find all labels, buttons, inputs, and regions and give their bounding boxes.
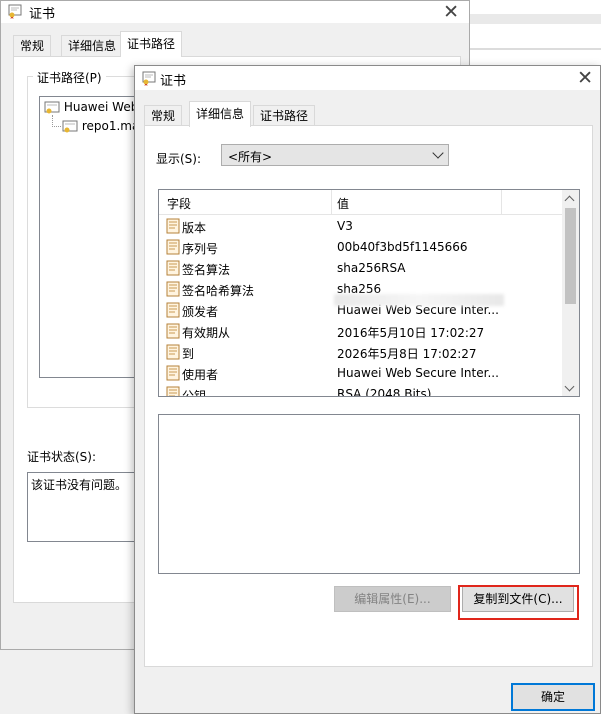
back-tab-general[interactable]: 常规 [13, 35, 52, 56]
column-separator[interactable] [501, 190, 502, 214]
field-document-icon [166, 386, 180, 396]
highlight-box [458, 585, 579, 620]
field-detail-box[interactable] [158, 414, 580, 574]
field-document-icon [166, 302, 180, 318]
field-value: 2026年5月8日 17:02:27 [337, 347, 477, 361]
tree-connector [52, 126, 61, 128]
back-status-box: 该证书没有问题。 [27, 472, 137, 542]
field-document-icon [166, 365, 180, 381]
column-header-field[interactable]: 字段 [167, 195, 191, 212]
field-value: V3 [337, 219, 353, 233]
field-name: 公钥 [182, 389, 207, 397]
background-divider [470, 48, 601, 50]
front-window-title: 证书 [160, 74, 187, 89]
column-separator[interactable] [331, 190, 332, 214]
scroll-thumb[interactable] [565, 208, 576, 304]
field-document-icon [166, 239, 180, 255]
field-document-icon [166, 323, 180, 339]
back-tab-details[interactable]: 详细信息 [61, 35, 124, 56]
back-tabbar: 常规 详细信息 证书路径 [13, 31, 313, 57]
field-name: 序列号 [182, 242, 219, 256]
front-titlebar: 证书 ✕ [135, 66, 600, 90]
scroll-down-icon[interactable] [564, 381, 575, 392]
tree-item-root[interactable]: Huawei Web [44, 98, 138, 116]
field-row[interactable]: 到 2026年5月8日 17:02:27 [159, 342, 562, 363]
show-label: 显示(S): [156, 152, 202, 166]
show-select-value: <所有> [228, 150, 273, 164]
field-row[interactable]: 签名算法 sha256RSA [159, 258, 562, 279]
field-value: Huawei Web Secure Inter... [337, 366, 499, 380]
front-tab-path[interactable]: 证书路径 [253, 105, 316, 126]
field-name: 签名算法 [182, 263, 231, 277]
tree-item-label: repo1.ma [81, 119, 140, 133]
background-band [470, 14, 601, 24]
field-name: 有效期从 [182, 326, 231, 340]
fields-list[interactable]: 字段 值 版本 V3 序列号 00b40f3bd5f1145666 签名算法 sha256… [158, 189, 580, 397]
tree-item-child[interactable]: repo1.ma [62, 117, 139, 135]
field-row[interactable]: 序列号 00b40f3bd5f1145666 [159, 237, 562, 258]
back-close-icon[interactable]: ✕ [443, 1, 459, 23]
back-window-title: 证书 [29, 7, 56, 22]
show-select[interactable]: <所有> [221, 144, 449, 166]
certificate-icon [142, 71, 156, 86]
field-row[interactable]: 使用者 Huawei Web Secure Inter... [159, 363, 562, 384]
front-tab-general[interactable]: 常规 [144, 105, 183, 126]
field-document-icon [166, 218, 180, 234]
field-name: 颁发者 [182, 305, 219, 319]
field-value: RSA (2048 Bits) [337, 387, 432, 397]
front-certificate-dialog: 证书 ✕ 常规 详细信息 证书路径 显示(S): <所有> 字段 值 版本 V3 序… [134, 65, 601, 714]
certificate-icon [44, 101, 60, 115]
front-tabbar: 常规 详细信息 证书路径 [144, 101, 444, 127]
back-path-label: 证书路径(P) [33, 69, 106, 86]
redacted-value-overlay [334, 294, 504, 306]
field-row[interactable]: 有效期从 2016年5月10日 17:02:27 [159, 321, 562, 342]
field-value: 2016年5月10日 17:02:27 [337, 326, 485, 340]
fields-scrollbar[interactable] [562, 190, 579, 396]
front-close-icon[interactable]: ✕ [577, 67, 593, 89]
field-document-icon [166, 281, 180, 297]
field-name: 签名哈希算法 [182, 284, 255, 298]
field-name: 到 [182, 347, 195, 361]
field-row[interactable]: 版本 V3 [159, 216, 562, 237]
field-document-icon [166, 344, 180, 360]
tree-item-label: Huawei Web [63, 100, 139, 114]
back-titlebar: 证书 ✕ [1, 1, 469, 23]
field-name: 使用者 [182, 368, 219, 382]
field-name: 版本 [182, 221, 207, 235]
back-tab-path[interactable]: 证书路径 [120, 31, 183, 57]
field-value: 00b40f3bd5f1145666 [337, 240, 468, 254]
chevron-down-icon [432, 147, 444, 159]
fields-header: 字段 值 [159, 190, 562, 215]
ok-button[interactable]: 确定 [511, 683, 595, 711]
scroll-up-icon[interactable] [564, 195, 575, 206]
field-document-icon [166, 260, 180, 276]
front-tab-details[interactable]: 详细信息 [189, 101, 252, 127]
column-header-value[interactable]: 值 [337, 195, 349, 212]
back-status-label: 证书状态(S): [27, 450, 97, 464]
certificate-icon [8, 4, 22, 19]
certificate-icon [62, 120, 78, 134]
edit-properties-button[interactable]: 编辑属性(E)... [334, 586, 451, 612]
field-row[interactable]: 公钥 RSA (2048 Bits) [159, 384, 562, 397]
field-value: sha256RSA [337, 261, 406, 275]
